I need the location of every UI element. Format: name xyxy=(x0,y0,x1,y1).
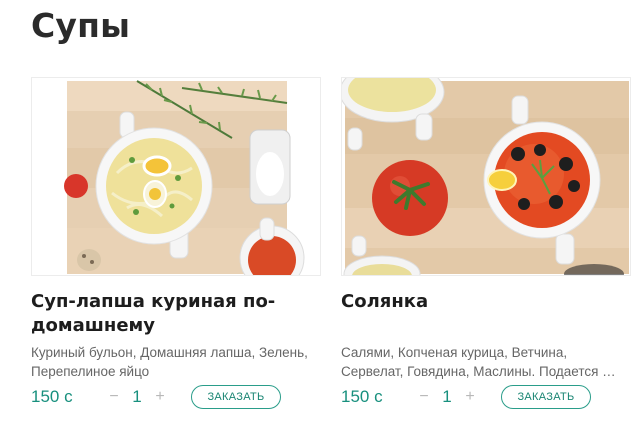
product-price: 150 с xyxy=(31,387,73,406)
solyanka-soup-photo xyxy=(342,78,630,275)
page-title: Супы xyxy=(31,6,131,45)
product-description: Салями, Копченая курица, Ветчина, Сервел… xyxy=(341,345,616,379)
quantity-value: 1 xyxy=(132,387,142,406)
buy-row: 150 с − 1 + ЗАКАЗАТЬ xyxy=(341,384,633,410)
product-price: 150 с xyxy=(341,387,383,406)
buy-row: 150 с − 1 + ЗАКАЗАТЬ xyxy=(31,384,323,410)
product-name[interactable]: Суп-лапша куриная по-домашнему xyxy=(31,290,316,338)
product-name[interactable]: Солянка xyxy=(341,290,626,338)
quantity-increase-button[interactable]: + xyxy=(463,388,477,406)
order-button[interactable]: ЗАКАЗАТЬ xyxy=(191,385,281,409)
quantity-decrease-button[interactable]: − xyxy=(417,388,431,406)
quantity-increase-button[interactable]: + xyxy=(153,388,167,406)
chicken-noodle-soup-photo xyxy=(32,78,320,275)
product-card[interactable]: Суп-лапша куриная по-домашнему Куриный б… xyxy=(31,77,323,410)
quantity-value: 1 xyxy=(442,387,452,406)
product-photo[interactable] xyxy=(31,77,321,276)
order-button[interactable]: ЗАКАЗАТЬ xyxy=(501,385,591,409)
product-description: Куриный бульон, Домашняя лапша, Зелень, … xyxy=(31,345,308,379)
product-card[interactable]: Солянка Салями, Копченая курица, Ветчина… xyxy=(341,77,633,410)
quantity-decrease-button[interactable]: − xyxy=(107,388,121,406)
product-photo[interactable] xyxy=(341,77,631,276)
